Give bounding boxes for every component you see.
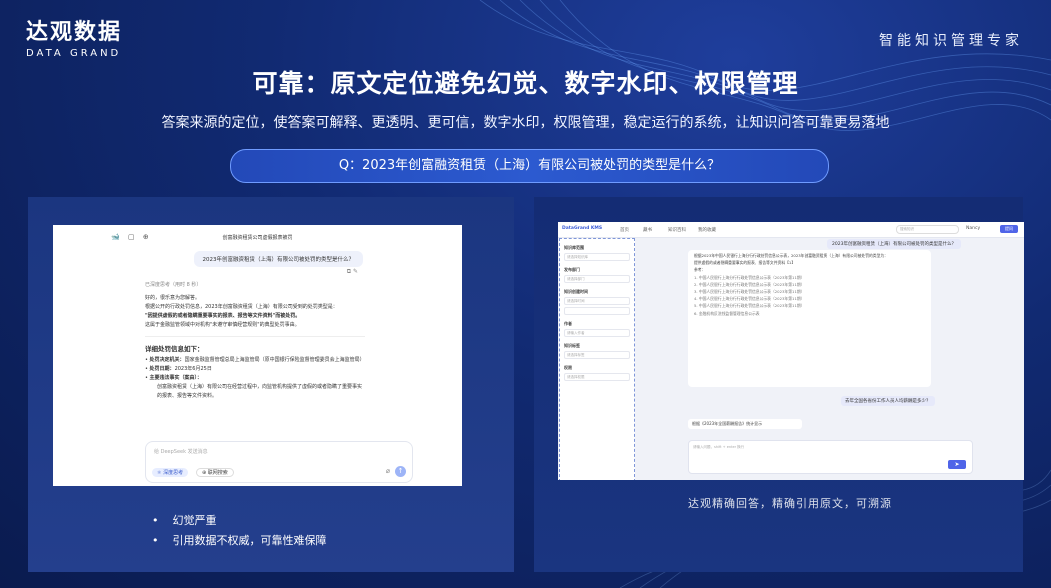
answer-body: 已深度思考（用时 8 秒） 好的，很乐意为您解答。 根据公开的行政处罚信息，20… — [145, 281, 365, 401]
web-search-label: 联网搜索 — [207, 470, 228, 476]
chat-input-placeholder: 给 DeepSeek 发送消息 — [154, 449, 208, 455]
conversation-title: 创富融资租赁公司虚假报表被罚 — [222, 235, 293, 241]
filter-title: 发布部门 — [564, 267, 580, 272]
thinking-label[interactable]: 已深度思考（用时 8 秒） — [145, 281, 365, 290]
kms-search-input[interactable]: 搜索知识 — [896, 225, 959, 234]
bullet-item: 引用数据不权威，可靠性难保障 — [152, 531, 327, 551]
detail-value: 创富融资租赁（上海）有限公司在经营过程中，向监管机构提供了虚假的或者隐瞒了重要事… — [157, 384, 363, 399]
detail-value: 2023年6月25日 — [174, 366, 212, 372]
answer-line: "因提供虚假的或者隐瞒重要事实的报表、报告等文件资料"而被处罚。 — [145, 313, 301, 319]
filter-select[interactable]: 请选择部门 — [564, 275, 630, 283]
filter-title: 知识标签 — [564, 343, 580, 348]
kms-question-bubble: 2023年创富融资租赁（上海）有限公司被处罚的类型是什么？ — [827, 239, 961, 249]
filter-section: 知识标签 请选择标签 — [564, 343, 630, 359]
slide-subtitle: 答案来源的定位，使答案可解释、更透明、更可信，数字水印，权限管理，稳定运行的系统… — [161, 115, 890, 131]
filter-sidebar: 知识库范围 请选择知识库 发布部门 请选择部门 知识创建时间 请选择时间 作者 … — [559, 238, 635, 480]
answer-line: 根据公开的行政处罚信息，2023年创富融资租赁（上海）有限公司受到的处罚类型是： — [145, 304, 338, 310]
attach-icon[interactable]: ⌀ — [386, 467, 390, 475]
left-bullet-list: 幻觉严重 引用数据不权威，可靠性难保障 — [152, 511, 327, 551]
question-pill: Q：2023年创富融资租赁（上海）有限公司被处罚的类型是什么？ — [230, 149, 829, 183]
deep-think-button[interactable]: ⚛ 深度思考 — [152, 468, 189, 477]
filter-select[interactable]: 请选择权限 — [564, 373, 630, 381]
answer-line: 这属于金融监管领域中对机构"未遵守审慎经营规则"的典型处罚事由。 — [145, 322, 300, 328]
detail-value: 国家金融监督管理总局上海监管局（原中国银行保险监督管理委员会上海监管局） — [184, 357, 365, 363]
kms-send-button[interactable]: ➤ — [948, 460, 966, 469]
kms-input-placeholder: 请输入问题，shift + enter 换行 — [693, 445, 745, 449]
user-menu[interactable]: Nancy — [966, 226, 980, 231]
detail-item: • 主要违法事实（案由）： — [145, 375, 203, 381]
detail-label: 处罚日期： — [149, 366, 175, 372]
detail-label: 处罚决定机关： — [149, 357, 185, 363]
kms-reference[interactable]: 2. 中国人民银行上海分行行政处罚信息公示表（2023年第11期） — [694, 281, 925, 288]
edit-icon[interactable]: ✎ — [353, 268, 358, 275]
filter-select[interactable]: 请选择标签 — [564, 351, 630, 359]
chat-input-box[interactable]: 给 DeepSeek 发送消息 ⚛ 深度思考 ⊕ 联网搜索 ⌀ ↑ — [145, 441, 413, 483]
copy-icon[interactable]: ⧉ — [347, 268, 351, 275]
right-caption: 达观精确回答，精确引用原文，可溯源 — [688, 497, 892, 510]
nav-item-home[interactable]: 首页 — [620, 227, 629, 233]
filter-section: 权限 请选择权限 — [564, 365, 630, 381]
left-chat-topbar: 🐋 ▢ ⊕ 创富融资租赁公司虚假报表被罚 — [53, 225, 462, 249]
deep-think-label: 深度思考 — [163, 470, 184, 476]
left-chat-screenshot: 🐋 ▢ ⊕ 创富融资租赁公司虚假报表被罚 2023年创富融资租赁（上海）有限公司… — [53, 225, 462, 486]
nav-item-books[interactable]: 藏书 — [643, 227, 652, 233]
web-search-button[interactable]: ⊕ 联网搜索 — [196, 468, 234, 477]
brand-tagline: 智能知识管理专家 — [879, 33, 1023, 49]
kms-chat-input[interactable]: 请输入问题，shift + enter 换行 ➤ — [688, 440, 973, 474]
filter-section: 作者 请输入作者 — [564, 321, 630, 337]
filter-select[interactable] — [564, 307, 630, 315]
kms-reference[interactable]: 6. 金融机构反洗钱监督管理信息公示表 — [694, 310, 925, 317]
filter-section: 知识创建时间 请选择时间 — [564, 289, 630, 315]
kms-navbar: DataGrand KMS 首页 藏书 知识百科 我的收藏 搜索知识 Nancy… — [558, 222, 1024, 238]
kms-answer-line: 参考： — [694, 267, 706, 273]
send-button[interactable]: ↑ — [395, 466, 406, 477]
ask-button[interactable]: 提问 — [1000, 225, 1018, 233]
brand-logo: 达观数据 DATA GRAND — [26, 20, 122, 59]
slide-title: 可靠：原文定位避免幻觉、数字水印、权限管理 — [252, 69, 799, 98]
filter-title: 知识创建时间 — [564, 289, 588, 294]
filter-section: 发布部门 请选择部门 — [564, 267, 630, 283]
details-heading: 详细处罚信息如下： — [145, 345, 204, 353]
kms-logo: DataGrand KMS — [562, 226, 603, 231]
detail-label: 主要违法事实（案由）： — [149, 375, 203, 381]
right-kms-screenshot: DataGrand KMS 首页 藏书 知识百科 我的收藏 搜索知识 Nancy… — [558, 222, 1024, 480]
nav-item-favorites[interactable]: 我的收藏 — [698, 227, 716, 233]
kms-reference[interactable]: 5. 中国人民银行上海分行行政处罚信息公示表（2023年第11期） — [694, 302, 925, 309]
divider — [145, 336, 365, 337]
answer-line: 好的，很乐意为您解答。 — [145, 295, 201, 301]
filter-title: 知识库范围 — [564, 245, 584, 250]
nav-item-wiki[interactable]: 知识百科 — [668, 227, 686, 233]
kms-reference[interactable]: 3. 中国人民银行上海分行行政处罚信息公示表（2023年第11期） — [694, 288, 925, 295]
kms-answer-card: 根据2023年中国人民银行上海分行行政处罚信息公示表，2023年创富融资租赁（上… — [688, 250, 931, 387]
kms-followup-answer: 根据《2023年全国薪酬报告》统计显示 — [688, 419, 802, 429]
filter-section: 知识库范围 请选择知识库 — [564, 245, 630, 261]
detail-item: • 处罚决定机关：国家金融监督管理总局上海监管局（原中国银行保险监督管理委员会上… — [145, 357, 365, 363]
filter-select[interactable]: 请输入作者 — [564, 329, 630, 337]
message-actions: ⧉ ✎ — [347, 268, 358, 276]
kms-reference[interactable]: 4. 中国人民银行上海分行行政处罚信息公示表（2023年第11期） — [694, 295, 925, 302]
detail-item: • 处罚日期：2023年6月25日 — [145, 366, 212, 372]
brand-name-cn: 达观数据 — [26, 20, 123, 45]
kms-reference[interactable]: 1. 中国人民银行上海分行行政处罚信息公示表（2023年第11期） — [694, 274, 925, 281]
kms-answer-line: 根据2023年中国人民银行上海分行行政处罚信息公示表，2023年创富融资租赁（上… — [694, 253, 888, 258]
filter-select[interactable]: 请选择时间 — [564, 297, 630, 305]
user-question-bubble: 2023年创富融资租赁（上海）有限公司被处罚的类型是什么？ — [193, 251, 363, 267]
filter-select[interactable]: 请选择知识库 — [564, 253, 630, 261]
bullet-item: 幻觉严重 — [152, 511, 327, 531]
kms-followup-bubble: 去年全国各省份工作人员人均薪酬是多少？ — [841, 396, 935, 406]
filter-title: 权限 — [564, 365, 572, 370]
brand-name-en: DATA GRAND — [26, 48, 122, 59]
kms-answer-line: 提供虚假的或者隐瞒重要事实的报表、报告等文件资料【1】 — [694, 260, 796, 266]
filter-title: 作者 — [564, 321, 572, 326]
